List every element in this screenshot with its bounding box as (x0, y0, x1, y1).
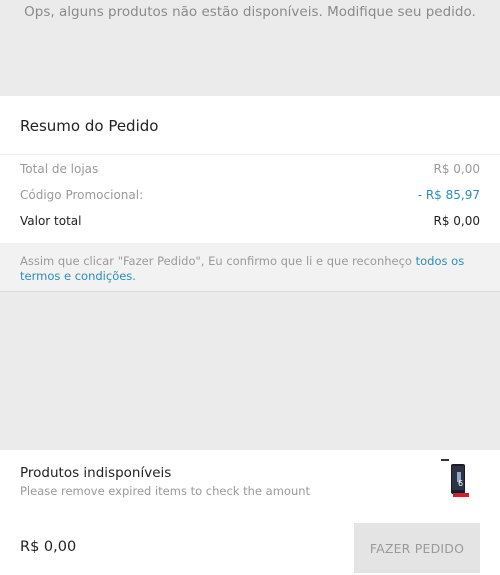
unavailable-notice: Ops, alguns produtos não estão disponíve… (0, 0, 500, 96)
row-label: Total de lojas (20, 162, 99, 176)
row-value: R$ 0,00 (433, 162, 480, 176)
summary-divider (0, 154, 500, 155)
row-total-value: Valor total R$ 0,00 (20, 212, 480, 230)
order-summary: Resumo do Pedido Total de lojas R$ 0,00 … (0, 96, 500, 243)
terms-text: Assim que clicar "Fazer Pedido", Eu conf… (20, 254, 416, 268)
terms-paragraph: Assim que clicar "Fazer Pedido", Eu conf… (20, 254, 470, 284)
unavailable-title: Produtos indisponíveis (20, 465, 172, 481)
row-total-stores: Total de lojas R$ 0,00 (20, 160, 480, 178)
row-label: Código Promocional: (20, 188, 144, 202)
summary-title: Resumo do Pedido (20, 117, 159, 135)
row-value: - R$ 85,97 (417, 188, 480, 202)
phone-box-icon: 6 (440, 458, 472, 502)
terms-notice: Assim que clicar "Fazer Pedido", Eu conf… (0, 243, 500, 292)
row-label: Valor total (20, 214, 82, 228)
order-total-price: R$ 0,00 (20, 539, 77, 555)
row-value: R$ 0,00 (433, 214, 480, 228)
notice-message: Ops, alguns produtos não estão disponíve… (24, 4, 476, 20)
row-promo-code: Código Promocional: - R$ 85,97 (20, 186, 480, 204)
place-order-button[interactable]: FAZER PEDIDO (354, 523, 480, 573)
unavailable-products-panel: Produtos indisponíveis Please remove exp… (0, 450, 500, 575)
svg-text:6: 6 (458, 479, 463, 488)
terms-suffix: . (132, 269, 136, 283)
product-thumbnail[interactable]: 6 (440, 458, 472, 502)
unavailable-subtitle: Please remove expired items to check the… (20, 484, 311, 498)
